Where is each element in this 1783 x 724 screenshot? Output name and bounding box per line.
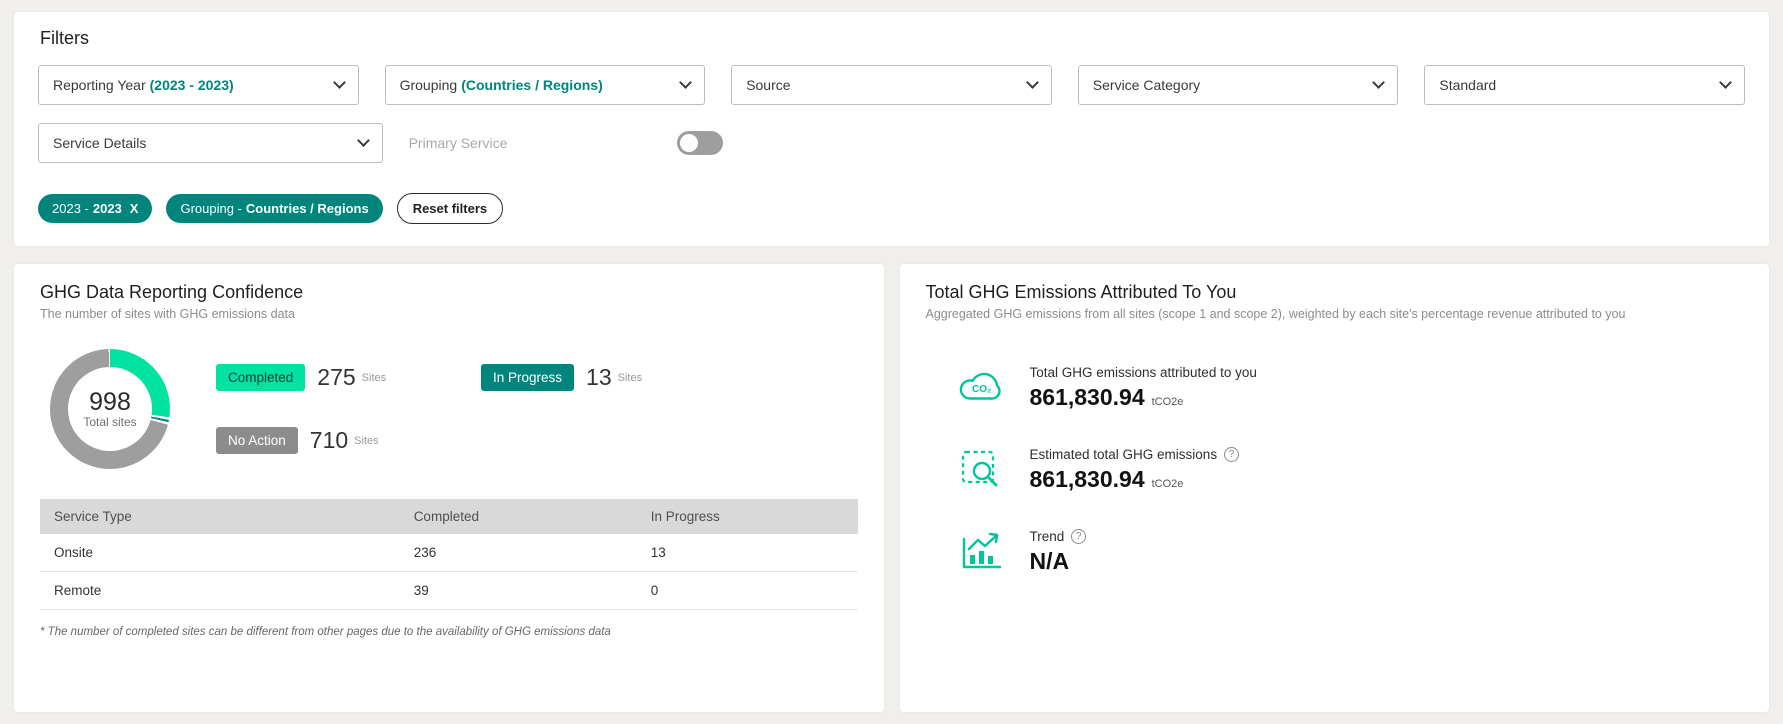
metric-estimated-total: Estimated total GHG emissions ? 861,830.… bbox=[956, 447, 1744, 493]
info-icon[interactable]: ? bbox=[1071, 529, 1087, 544]
dropdown-label: Grouping (Countries / Regions) bbox=[399, 77, 603, 93]
table-row: Onsite 236 13 bbox=[40, 534, 858, 572]
primary-service-label: Primary Service bbox=[408, 135, 508, 151]
chevron-down-icon bbox=[356, 134, 370, 147]
in-progress-badge: In Progress bbox=[481, 364, 575, 391]
confidence-footnote: * The number of completed sites can be d… bbox=[40, 626, 611, 638]
primary-service-toggle[interactable] bbox=[677, 131, 724, 155]
reset-filters-button[interactable]: Reset filters bbox=[396, 193, 504, 224]
emissions-title: Total GHG Emissions Attributed To You bbox=[925, 282, 1237, 302]
info-icon[interactable]: ? bbox=[1224, 447, 1240, 462]
dropdown-grouping[interactable]: Grouping (Countries / Regions) bbox=[384, 65, 706, 105]
legend-item-in-progress: In Progress 13 Sites bbox=[481, 364, 711, 391]
dropdown-label: Service Details bbox=[53, 135, 147, 151]
metric-label: Total GHG emissions attributed to you bbox=[1029, 365, 1257, 380]
service-type-table: Service Type Completed In Progress Onsit… bbox=[40, 499, 858, 610]
donut-total-label: Total sites bbox=[83, 415, 137, 430]
ghg-confidence-card: GHG Data Reporting Confidence The number… bbox=[14, 264, 884, 712]
no-action-badge: No Action bbox=[216, 427, 298, 454]
dropdown-label: Reporting Year (2023 - 2023) bbox=[53, 77, 234, 93]
donut-chart: 998 Total sites bbox=[50, 349, 170, 469]
cards-row: GHG Data Reporting Confidence The number… bbox=[14, 264, 1769, 712]
donut-center: 998 Total sites bbox=[68, 367, 152, 451]
dropdown-source[interactable]: Source bbox=[731, 65, 1052, 105]
donut-legend: Completed 275 Sites In Progress 13 Sites… bbox=[216, 364, 711, 454]
legend-item-no-action: No Action 710 Sites bbox=[216, 427, 481, 454]
metric-value: 861,830.94 bbox=[1029, 466, 1145, 492]
column-header: In Progress bbox=[636, 499, 858, 534]
emissions-metrics: CO₂ Total GHG emissions attributed to yo… bbox=[956, 365, 1744, 575]
filters-row-2: Service Details Primary Service bbox=[38, 123, 1745, 163]
confidence-subtitle: The number of sites with GHG emissions d… bbox=[40, 307, 295, 321]
metric-label: Estimated total GHG emissions bbox=[1029, 447, 1218, 462]
donut-area: 998 Total sites Completed 275 Sites In P… bbox=[50, 349, 858, 469]
chevron-down-icon bbox=[1372, 76, 1386, 89]
metric-trend: Trend ? N/A bbox=[956, 529, 1744, 575]
remove-filter-icon[interactable]: X bbox=[130, 201, 139, 216]
donut-total-value: 998 bbox=[89, 387, 131, 416]
table-header-row: Service Type Completed In Progress bbox=[40, 499, 858, 534]
filter-chip-grouping[interactable]: Grouping - Countries / Regions bbox=[166, 194, 383, 223]
column-header: Completed bbox=[399, 499, 637, 534]
chevron-down-icon bbox=[679, 76, 693, 89]
dropdown-service-details[interactable]: Service Details bbox=[38, 123, 383, 163]
metric-value: 861,830.94 bbox=[1029, 384, 1145, 410]
filters-panel: Filters Reporting Year (2023 - 2023) Grou… bbox=[14, 12, 1769, 246]
dropdown-label: Standard bbox=[1439, 77, 1497, 93]
primary-service-control: Primary Service bbox=[409, 123, 724, 163]
scan-search-icon bbox=[956, 447, 1008, 491]
dropdown-standard[interactable]: Standard bbox=[1424, 65, 1745, 105]
emissions-card: Total GHG Emissions Attributed To You Ag… bbox=[899, 264, 1769, 712]
metric-unit: tCO2e bbox=[1151, 396, 1184, 408]
completed-badge: Completed bbox=[216, 364, 306, 391]
dashboard-page: Filters Reporting Year (2023 - 2023) Grou… bbox=[0, 0, 1783, 724]
dropdown-service-category[interactable]: Service Category bbox=[1077, 65, 1399, 105]
toggle-knob bbox=[680, 134, 699, 152]
chevron-down-icon bbox=[1025, 76, 1039, 89]
metric-total-attributed: CO₂ Total GHG emissions attributed to yo… bbox=[956, 365, 1744, 411]
filters-title: Filters bbox=[40, 28, 89, 48]
dropdown-label: Source bbox=[746, 77, 791, 93]
filter-chip-year[interactable]: 2023 -2023 X bbox=[38, 194, 153, 223]
emissions-subtitle: Aggregated GHG emissions from all sites … bbox=[925, 307, 1626, 321]
confidence-title: GHG Data Reporting Confidence bbox=[40, 282, 304, 302]
table-row: Remote 39 0 bbox=[40, 571, 858, 610]
column-header: Service Type bbox=[40, 499, 400, 534]
co2-cloud-icon: CO₂ bbox=[956, 365, 1008, 405]
metric-unit: tCO2e bbox=[1151, 478, 1184, 490]
filters-row-1: Reporting Year (2023 - 2023) Grouping (Cou… bbox=[38, 65, 1745, 105]
legend-item-completed: Completed 275 Sites bbox=[216, 364, 481, 391]
trend-chart-icon bbox=[956, 529, 1008, 571]
metric-label: Trend bbox=[1029, 529, 1065, 544]
dropdown-reporting-year[interactable]: Reporting Year (2023 - 2023) bbox=[38, 65, 359, 105]
dropdown-label: Service Category bbox=[1092, 77, 1201, 93]
chevron-down-icon bbox=[1719, 76, 1732, 89]
metric-value: N/A bbox=[1029, 548, 1070, 574]
chevron-down-icon bbox=[332, 76, 346, 89]
svg-text:CO₂: CO₂ bbox=[972, 384, 991, 395]
active-filters-row: 2023 -2023 X Grouping - Countries / Regio… bbox=[38, 193, 1745, 224]
